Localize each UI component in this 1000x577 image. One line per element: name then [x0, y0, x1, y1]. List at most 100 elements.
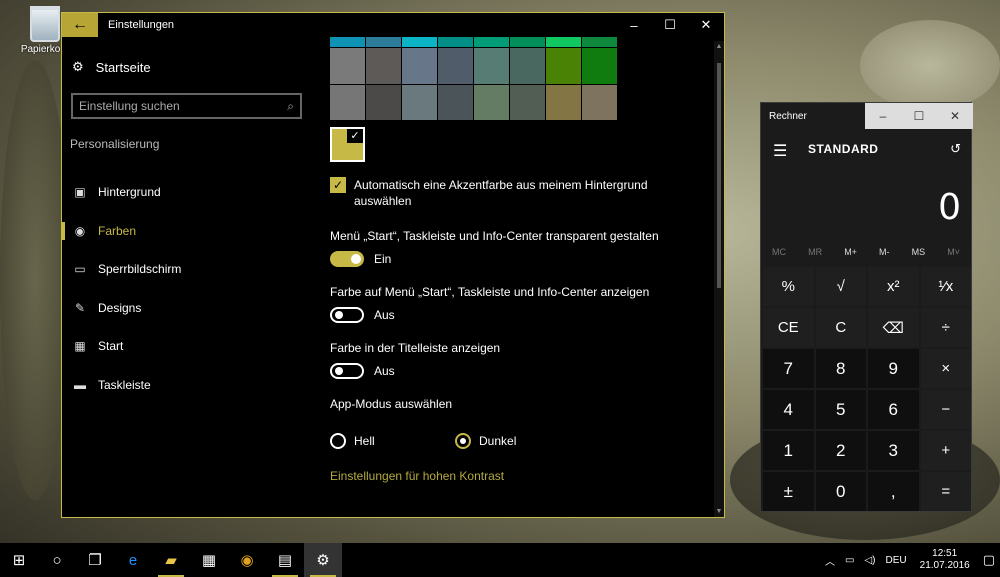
notifications-icon[interactable]: ▢ [978, 552, 1000, 568]
color-swatch[interactable] [366, 48, 401, 84]
auto-accent-checkbox[interactable]: ✓ Automatisch eine Akzentfarbe aus meine… [330, 177, 670, 209]
key-clear-entry[interactable]: CE [763, 308, 814, 347]
chrome-icon[interactable]: ◉ [228, 543, 266, 577]
color-swatch[interactable] [438, 37, 473, 47]
settings-scrollbar[interactable]: ▲ ▼ [714, 41, 724, 517]
color-swatch[interactable] [510, 85, 545, 120]
transparency-toggle-row[interactable]: Ein [330, 251, 391, 267]
clock[interactable]: 12:51 21.07.2016 [912, 548, 978, 572]
key-reciprocal[interactable]: ¹⁄x [920, 267, 971, 306]
color-swatch[interactable] [402, 48, 437, 84]
color-swatch[interactable] [402, 85, 437, 120]
sidebar-item-start[interactable]: ▦ Start [62, 327, 312, 366]
key-9[interactable]: 9 [868, 349, 919, 388]
memory-button[interactable]: M+ [844, 247, 857, 257]
memory-button[interactable]: MR [808, 247, 822, 257]
network-icon[interactable]: ▭ [840, 555, 859, 566]
scrollbar-thumb[interactable] [717, 63, 721, 288]
color-swatch[interactable] [474, 85, 509, 120]
key-equals[interactable]: = [920, 472, 971, 511]
color-swatch[interactable] [510, 48, 545, 84]
key-4[interactable]: 4 [763, 390, 814, 429]
key-2[interactable]: 2 [815, 431, 866, 470]
color-titlebar-toggle[interactable] [330, 363, 364, 379]
color-swatch[interactable] [366, 37, 401, 47]
key-minus[interactable]: − [920, 390, 971, 429]
sidebar-item-farben[interactable]: ◉ Farben [62, 212, 312, 251]
key-clear[interactable]: C [815, 308, 866, 347]
calc-minimize-button[interactable]: – [865, 103, 901, 129]
radio-light[interactable]: Hell [330, 433, 375, 449]
explorer-icon[interactable]: ▰ [152, 543, 190, 577]
color-start-toggle[interactable] [330, 307, 364, 323]
key-backspace[interactable]: ⌫ [868, 308, 919, 347]
transparency-toggle[interactable] [330, 251, 364, 267]
minimize-button[interactable]: – [616, 13, 652, 37]
key-negate[interactable]: ± [763, 472, 814, 511]
color-swatch[interactable] [330, 85, 365, 120]
memory-button[interactable]: M˅ [947, 247, 960, 257]
key-decimal[interactable]: , [868, 472, 919, 511]
key-percent[interactable]: % [763, 267, 814, 306]
selected-accent-swatch[interactable]: ✓ [330, 127, 365, 162]
high-contrast-link[interactable]: Einstellungen für hohen Kontrast [330, 469, 504, 483]
volume-icon[interactable]: ◁) [859, 555, 880, 566]
color-swatch[interactable] [402, 37, 437, 47]
windows-start-icon[interactable]: ⊞ [0, 543, 38, 577]
color-swatch[interactable] [438, 48, 473, 84]
history-icon[interactable]: ↺ [950, 141, 961, 157]
key-3[interactable]: 3 [868, 431, 919, 470]
color-swatch[interactable] [582, 48, 617, 84]
cortana-icon[interactable]: ○ [38, 543, 76, 577]
key-sqrt[interactable]: √ [815, 267, 866, 306]
color-swatch[interactable] [546, 85, 581, 120]
key-1[interactable]: 1 [763, 431, 814, 470]
color-swatch[interactable] [582, 37, 617, 47]
key-plus[interactable]: + [920, 431, 971, 470]
store-icon[interactable]: ▦ [190, 543, 228, 577]
key-6[interactable]: 6 [868, 390, 919, 429]
edge-icon[interactable]: e [114, 543, 152, 577]
task-view-icon[interactable]: ❐ [76, 543, 114, 577]
key-5[interactable]: 5 [815, 390, 866, 429]
key-8[interactable]: 8 [815, 349, 866, 388]
color-swatch[interactable] [474, 48, 509, 84]
key-7[interactable]: 7 [763, 349, 814, 388]
sidebar-item-taskleiste[interactable]: ▬ Taskleiste [62, 366, 312, 405]
hamburger-menu-icon[interactable]: ☰ [773, 141, 787, 161]
color-swatch[interactable] [546, 48, 581, 84]
color-swatch[interactable] [546, 37, 581, 47]
settings-icon[interactable]: ⚙ [304, 543, 342, 577]
calc-close-button[interactable]: ✕ [937, 103, 973, 129]
back-button[interactable]: ← [62, 13, 98, 37]
language-indicator[interactable]: DEU [881, 555, 912, 566]
calculator-titlebar[interactable]: Rechner – ☐ ✕ [761, 103, 973, 131]
home-link[interactable]: ⚙ Startseite [72, 59, 151, 75]
sidebar-item-hintergrund[interactable]: ▣ Hintergrund [62, 173, 312, 212]
sidebar-item-sperrbildschirm[interactable]: ▭ Sperrbildschirm [62, 250, 312, 289]
color-swatch[interactable] [582, 85, 617, 120]
radio-dark[interactable]: Dunkel [455, 433, 516, 449]
memory-button[interactable]: MC [772, 247, 786, 257]
memory-button[interactable]: MS [912, 247, 926, 257]
color-start-toggle-row[interactable]: Aus [330, 307, 395, 323]
color-swatch[interactable] [366, 85, 401, 120]
color-swatch[interactable] [474, 37, 509, 47]
search-input[interactable]: Einstellung suchen ⌕ [71, 93, 302, 119]
calc-maximize-button[interactable]: ☐ [901, 103, 937, 129]
color-swatch[interactable] [438, 85, 473, 120]
sidebar-item-designs[interactable]: ✎ Designs [62, 289, 312, 328]
key-divide[interactable]: ÷ [920, 308, 971, 347]
key-multiply[interactable]: × [920, 349, 971, 388]
scroll-down-icon[interactable]: ▼ [714, 508, 724, 515]
close-button[interactable]: ✕ [688, 13, 724, 37]
memory-button[interactable]: M- [879, 247, 890, 257]
calculator-icon[interactable]: ▤ [266, 543, 304, 577]
key-0[interactable]: 0 [815, 472, 866, 511]
color-swatch[interactable] [330, 48, 365, 84]
maximize-button[interactable]: ☐ [652, 13, 688, 37]
color-swatch[interactable] [510, 37, 545, 47]
scroll-up-icon[interactable]: ▲ [714, 43, 724, 50]
tray-chevron-icon[interactable]: ︿ [820, 553, 840, 568]
color-swatch[interactable] [330, 37, 365, 47]
